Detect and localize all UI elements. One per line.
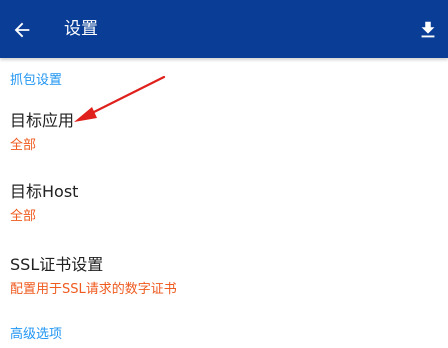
page-title: 设置 [64, 19, 98, 39]
pref-item-target-app[interactable]: 目标应用 全部 [0, 111, 448, 173]
pref-summary: 全部 [10, 209, 37, 224]
section-header-capture: 抓包设置 [10, 73, 63, 88]
pref-title: 目标应用 [10, 111, 75, 130]
pref-summary: 全部 [10, 138, 37, 153]
settings-screen: 设置 抓包设置 目标应用 全部 目标Host 全部 SSL证书设置 配置用于SS… [0, 0, 448, 348]
annotation-arrow [74, 75, 166, 122]
pref-title: 目标Host [10, 182, 79, 201]
download-icon [421, 21, 435, 38]
download-button[interactable] [408, 10, 448, 50]
pref-item-ssl-cert[interactable]: SSL证书设置 配置用于SSL请求的数字证书 [0, 255, 448, 317]
pref-item-target-host[interactable]: 目标Host 全部 [0, 182, 448, 244]
pref-title: SSL证书设置 [10, 255, 104, 274]
arrow-left-icon [14, 22, 30, 38]
section-header-advanced: 高级选项 [10, 327, 63, 342]
back-button[interactable] [2, 10, 42, 50]
app-bar: 设置 [0, 0, 448, 58]
pref-summary: 配置用于SSL请求的数字证书 [10, 282, 177, 297]
